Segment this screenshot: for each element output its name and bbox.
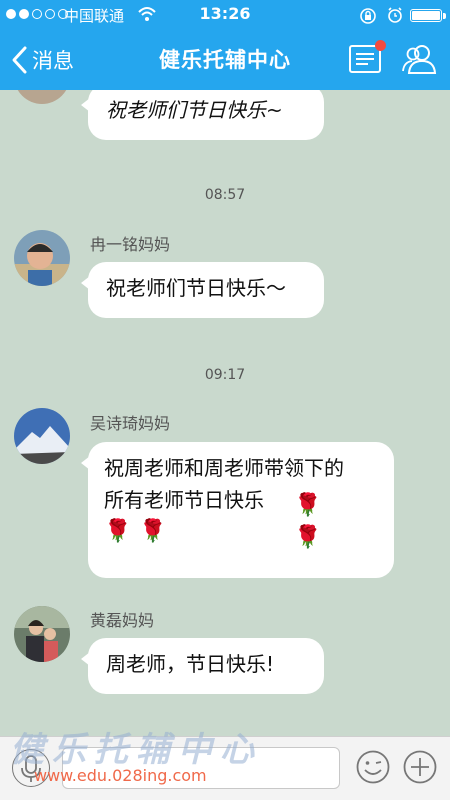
avatar[interactable] — [14, 606, 70, 662]
message-bubble[interactable]: 祝周老师和周老师带领下的 所有老师节日快乐 🌹🌹 🌹🌹 — [81, 442, 394, 578]
message-text: 周老师，节日快乐! — [106, 652, 275, 676]
timestamp: 09:17 — [204, 367, 246, 383]
family-photo-icon — [14, 606, 70, 662]
message-bubble[interactable]: 祝老师们节日快乐~ — [81, 90, 324, 140]
sender-name: 吴诗琦妈妈 — [90, 414, 171, 433]
rotation-lock-icon — [360, 8, 376, 24]
people-icon — [402, 45, 437, 74]
more-options-button[interactable] — [402, 749, 438, 785]
rose-icon: 🌹 — [104, 519, 140, 544]
message-text: 祝周老师和周老师带领下的 — [104, 456, 344, 480]
voice-input-button[interactable] — [12, 749, 50, 787]
message-text: 祝老师们节日快乐~ — [106, 98, 283, 122]
rose-icon: 🌹 — [294, 525, 330, 550]
group-info-button[interactable] — [348, 40, 386, 74]
microphone-icon — [21, 755, 41, 782]
emoji-button[interactable] — [355, 749, 391, 785]
message-input[interactable] — [62, 747, 340, 789]
top-bar: 中国联通 13:26 消息 健乐托辅中心 — [0, 0, 450, 90]
message-bubble[interactable]: 祝老师们节日快乐～ — [81, 262, 324, 318]
sender-name: 黄磊妈妈 — [90, 611, 155, 630]
alarm-icon — [388, 7, 402, 23]
unread-badge — [375, 40, 386, 51]
message-text: 祝老师们节日快乐～ — [106, 276, 286, 300]
battery-icon — [410, 9, 446, 22]
timestamp: 08:57 — [204, 187, 246, 203]
message-bubble[interactable]: 周老师，节日快乐! — [81, 638, 324, 694]
members-button[interactable] — [400, 42, 440, 76]
mountain-photo-icon — [14, 408, 70, 464]
child-photo-icon — [14, 230, 70, 286]
rose-emoji-row: 🌹🌹 — [294, 490, 354, 554]
status-bar: 中国联通 13:26 — [0, 0, 450, 30]
sender-name: 冉一铭妈妈 — [90, 235, 171, 254]
smiley-icon — [356, 750, 390, 784]
avatar[interactable] — [14, 408, 70, 464]
avatar[interactable] — [14, 90, 70, 104]
input-bar — [0, 736, 450, 800]
rose-icon: 🌹 — [294, 493, 330, 518]
rose-icon: 🌹 — [139, 519, 175, 544]
clock: 13:26 — [199, 4, 251, 23]
chat-area[interactable]: 祝老师们节日快乐~ 08:57 冉一铭妈妈 祝老师们节日快乐～ 09:17 吴诗… — [0, 90, 450, 736]
plus-icon — [403, 750, 437, 784]
avatar[interactable] — [14, 230, 70, 286]
